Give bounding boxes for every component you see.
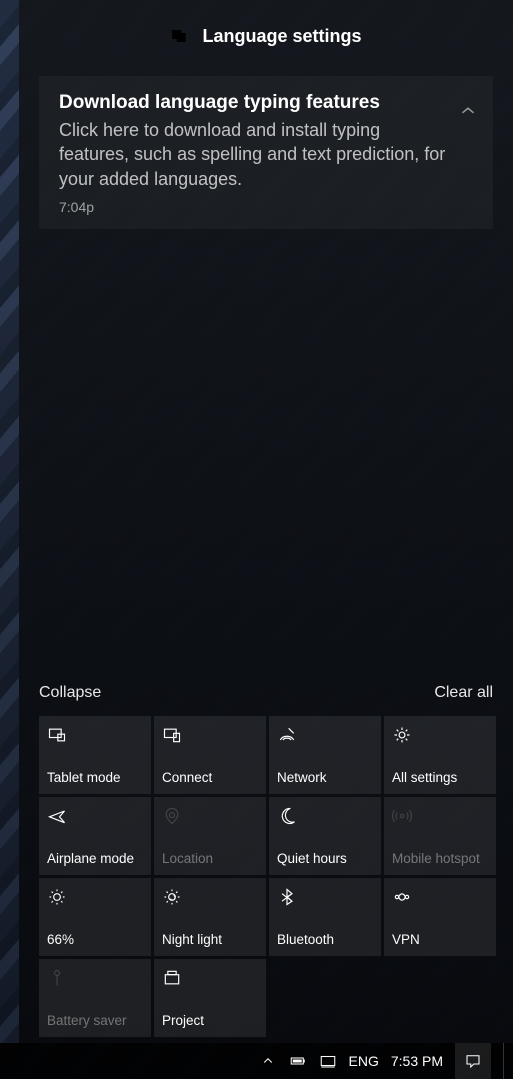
action-center-panel: Language settings Download language typi… — [19, 0, 513, 1043]
tile-tablet-mode[interactable]: Tablet mode — [39, 716, 151, 794]
sun-icon — [47, 887, 67, 907]
tile-label: Network — [277, 770, 373, 786]
tray-overflow-button[interactable] — [259, 1043, 277, 1079]
tile-label: Mobile hotspot — [392, 851, 488, 867]
notification-icon — [464, 1052, 482, 1070]
project-icon — [162, 968, 182, 988]
chevron-up-icon — [259, 1052, 277, 1070]
tile-label: All settings — [392, 770, 488, 786]
battery-icon — [289, 1052, 307, 1070]
action-center-button[interactable] — [455, 1043, 491, 1079]
quick-action-tiles: Tablet mode Connect Network All settings Air… — [19, 716, 513, 1037]
taskbar: ENG 7:53 PM — [0, 1043, 513, 1079]
tile-label: Quiet hours — [277, 851, 373, 867]
tile-label: Airplane mode — [47, 851, 143, 867]
tile-airplane-mode[interactable]: Airplane mode — [39, 797, 151, 875]
battery-tray-icon[interactable] — [289, 1043, 307, 1079]
tile-night-light[interactable]: Night light — [154, 878, 266, 956]
hotspot-icon — [392, 806, 412, 826]
clear-all-link[interactable]: Clear all — [434, 684, 493, 702]
tile-label: Tablet mode — [47, 770, 143, 786]
task-view-icon — [319, 1052, 337, 1070]
location-icon — [162, 806, 182, 826]
language-indicator[interactable]: ENG — [349, 1043, 379, 1079]
notification-card[interactable]: Download language typing features Click … — [39, 76, 493, 229]
connect-icon — [162, 725, 182, 745]
nightlight-icon — [162, 887, 182, 907]
notification-title: Download language typing features — [59, 92, 449, 114]
notification-time: 7:04p — [59, 199, 449, 215]
tile-bluetooth[interactable]: Bluetooth — [269, 878, 381, 956]
header-title: Language settings — [202, 26, 361, 47]
tile-battery-saver[interactable]: Battery saver — [39, 959, 151, 1037]
show-desktop-button[interactable] — [503, 1043, 509, 1079]
chevron-up-icon — [457, 100, 479, 122]
tile-quiet-hours[interactable]: Quiet hours — [269, 797, 381, 875]
tile-label: VPN — [392, 932, 488, 948]
tile-network[interactable]: Network — [269, 716, 381, 794]
tile-brightness[interactable]: 66% — [39, 878, 151, 956]
tile-label: Location — [162, 851, 258, 867]
battery-icon — [47, 968, 67, 988]
tile-mobile-hotspot[interactable]: Mobile hotspot — [384, 797, 496, 875]
collapse-link[interactable]: Collapse — [39, 684, 101, 702]
clock[interactable]: 7:53 PM — [391, 1043, 443, 1079]
tile-label: Battery saver — [47, 1013, 143, 1029]
vpn-icon — [392, 887, 412, 907]
language-icon — [170, 27, 188, 45]
tile-project[interactable]: Project — [154, 959, 266, 1037]
tile-label: Night light — [162, 932, 258, 948]
tile-connect[interactable]: Connect — [154, 716, 266, 794]
bluetooth-icon — [277, 887, 297, 907]
notification-header[interactable]: Language settings — [19, 0, 513, 72]
tile-location[interactable]: Location — [154, 797, 266, 875]
tablet-icon — [47, 725, 67, 745]
tile-all-settings[interactable]: All settings — [384, 716, 496, 794]
task-view-button[interactable] — [319, 1043, 337, 1079]
tile-vpn[interactable]: VPN — [384, 878, 496, 956]
tile-label: 66% — [47, 932, 143, 948]
moon-icon — [277, 806, 297, 826]
tile-label: Connect — [162, 770, 258, 786]
tile-label: Bluetooth — [277, 932, 373, 948]
collapse-chevron[interactable] — [457, 100, 479, 122]
settings-icon — [392, 725, 412, 745]
network-icon — [277, 725, 297, 745]
tile-label: Project — [162, 1013, 258, 1029]
airplane-icon — [47, 806, 67, 826]
notification-body: Click here to download and install typin… — [59, 118, 449, 191]
